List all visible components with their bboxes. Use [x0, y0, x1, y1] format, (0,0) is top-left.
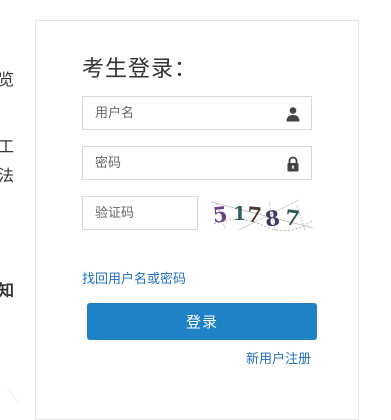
captcha-image[interactable]: 5 1 7 8 7 — [209, 196, 317, 234]
captcha-input[interactable] — [83, 197, 197, 229]
forgot-credentials-link[interactable]: 找回用户名或密码 — [82, 268, 186, 287]
svg-text:5: 5 — [212, 201, 229, 227]
lock-icon — [287, 156, 299, 172]
password-input[interactable] — [83, 147, 311, 179]
password-field — [82, 146, 312, 180]
login-button[interactable]: 登录 — [87, 303, 317, 340]
login-panel: 考生登录： 5 1 7 8 7 找回用户名或密码 登录 新用户注册 — [35, 20, 359, 420]
background-text-fragments: 览 工 法 知 — [0, 0, 33, 404]
user-icon — [286, 107, 300, 122]
register-link[interactable]: 新用户注册 — [246, 348, 311, 367]
username-input[interactable] — [83, 97, 311, 129]
svg-text:1: 1 — [233, 203, 246, 225]
username-field — [82, 96, 312, 130]
captcha-field — [82, 196, 198, 230]
svg-text:7: 7 — [284, 204, 302, 231]
background-text-fragment: 工 — [0, 137, 15, 156]
background-text-fragment: 览 — [0, 70, 15, 89]
background-text-fragment: 知 — [0, 281, 15, 300]
svg-text:8: 8 — [263, 205, 281, 232]
background-text-fragment: 法 — [0, 166, 15, 185]
login-title: 考生登录： — [82, 57, 198, 82]
svg-text:7: 7 — [246, 202, 263, 228]
